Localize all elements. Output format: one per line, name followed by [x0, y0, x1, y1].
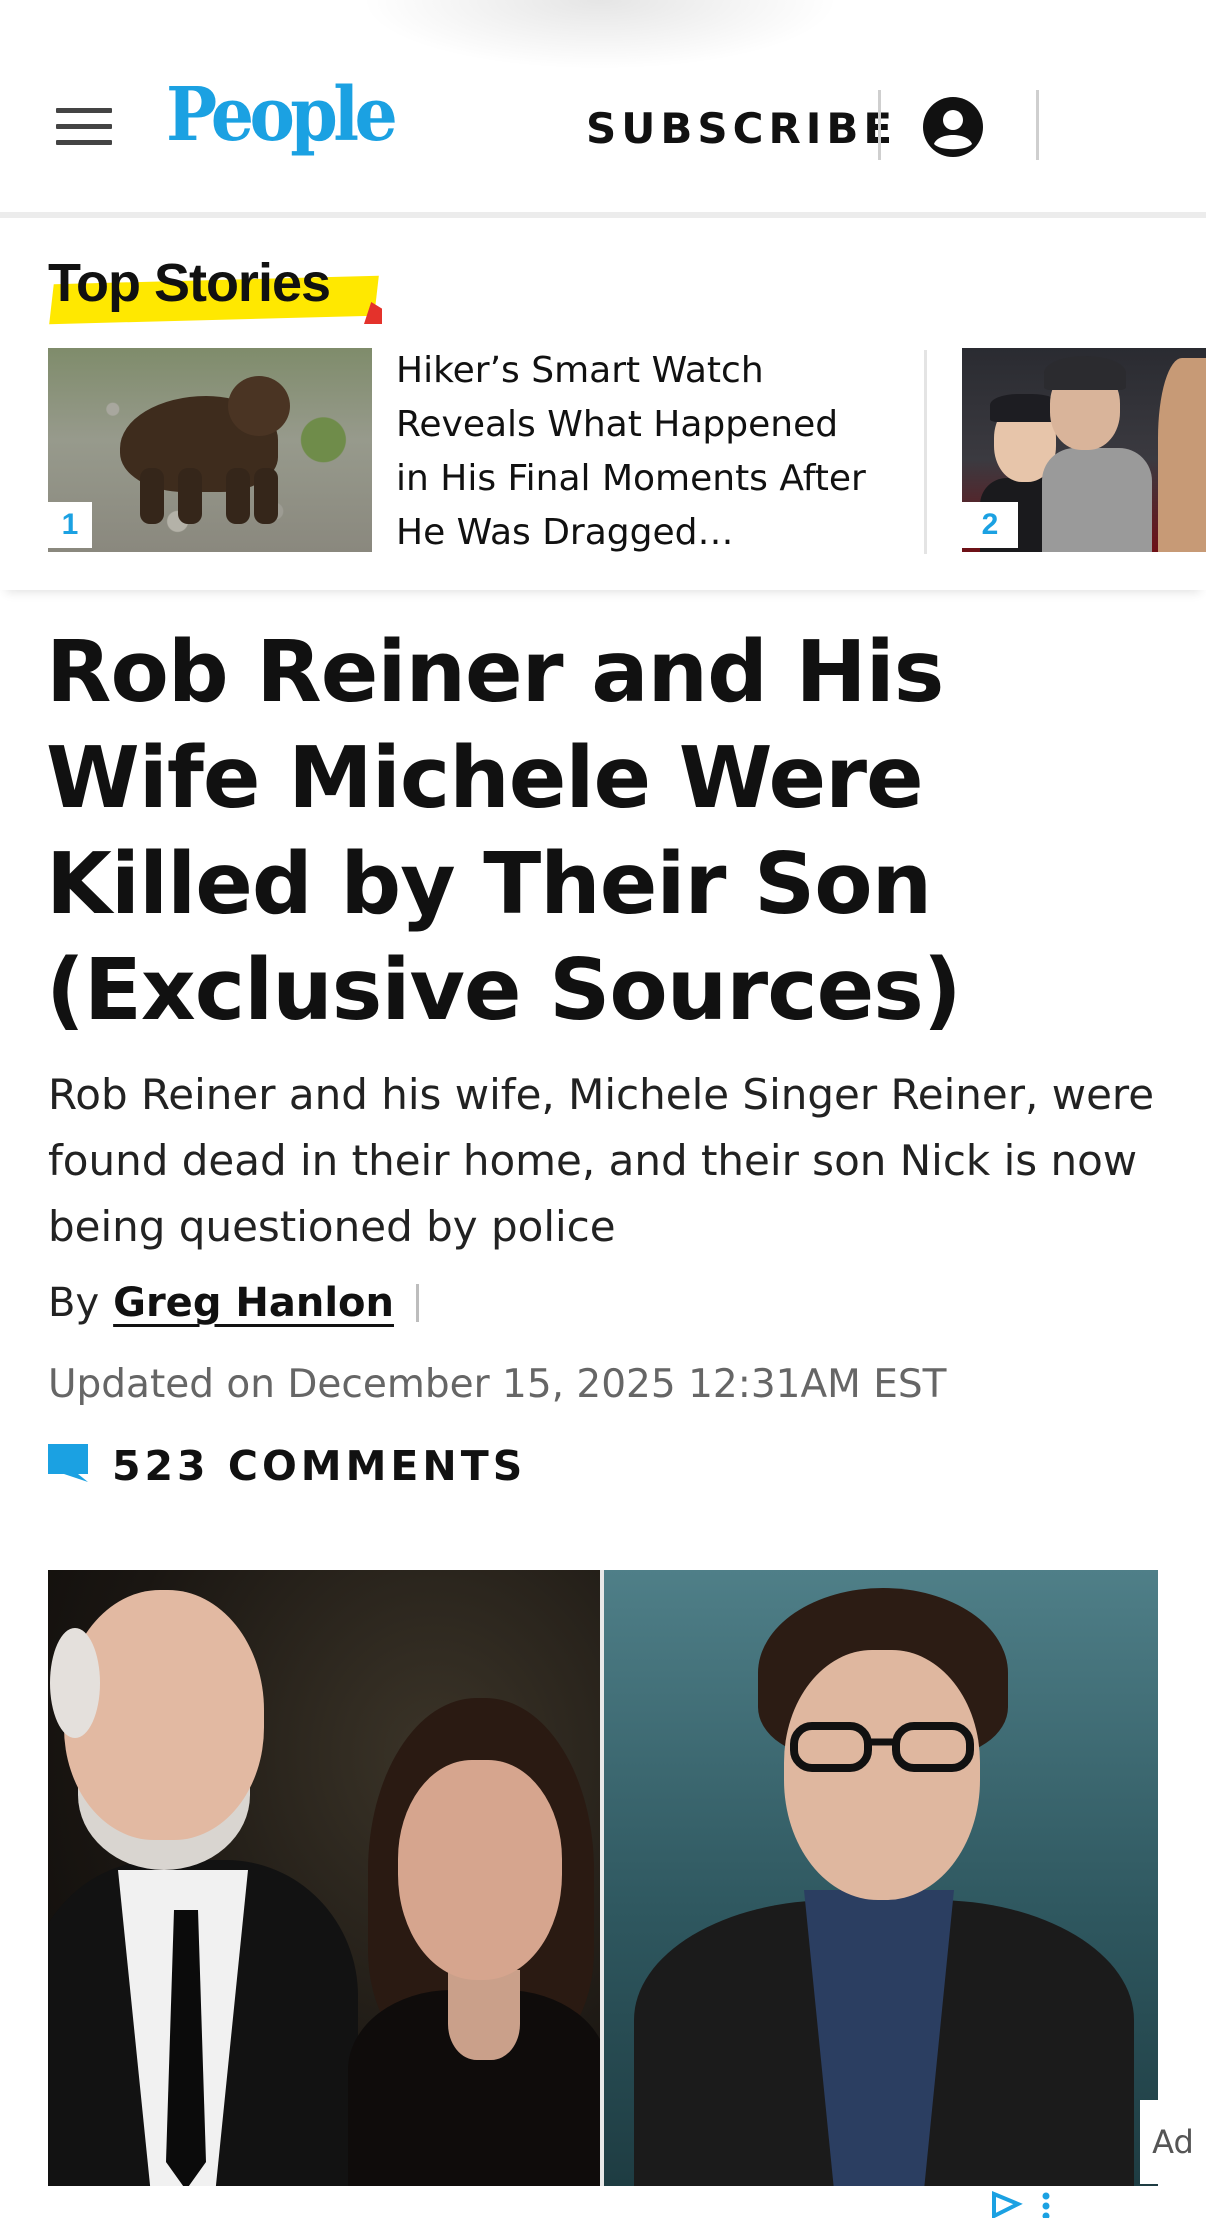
story-thumbnail: 2: [962, 348, 1206, 552]
article-headline: Rob Reiner and His Wife Michele Were Kil…: [46, 623, 962, 1040]
photo-son: [604, 1570, 1158, 2186]
subscribe-button[interactable]: SUBSCRIBE: [586, 104, 897, 153]
people-logo[interactable]: People: [166, 78, 398, 152]
comments-button[interactable]: 523 COMMENTS: [48, 1442, 526, 1498]
account-icon[interactable]: [922, 96, 984, 158]
photo-couple: [48, 1570, 608, 2186]
story-divider: [924, 350, 927, 554]
author-link[interactable]: Greg Hanlon: [113, 1280, 394, 1326]
ad-choices-icon[interactable]: [990, 2190, 1060, 2218]
comment-icon: [48, 1444, 88, 1482]
header-divider: [878, 90, 881, 160]
top-stories-label: Top Stories: [48, 253, 331, 313]
byline-prefix: By: [48, 1280, 100, 1326]
story-title[interactable]: Hiker’s Smart Watch Reveals What Happene…: [396, 344, 866, 560]
comments-count: 523 COMMENTS: [112, 1442, 527, 1490]
menu-icon[interactable]: [56, 108, 112, 146]
byline: By Greg Hanlon: [48, 1280, 419, 1334]
story-thumbnail: 1: [48, 348, 372, 552]
story-rank: 2: [962, 502, 1018, 548]
site-header: People SUBSCRIBE: [0, 0, 1206, 218]
header-divider: [1036, 90, 1039, 160]
article-subheadline: Rob Reiner and his wife, Michele Singer …: [48, 1070, 1155, 1251]
story-rank: 1: [48, 502, 92, 548]
top-story-card[interactable]: 2: [962, 348, 1206, 556]
glasses-graphic: [790, 1722, 974, 1772]
top-stories-heading: Top Stories: [48, 250, 382, 325]
top-stories-carousel: Top Stories 1 Hiker’s Smart Watch Reveal…: [0, 224, 1206, 590]
article-hero-image: [48, 1570, 1158, 2186]
ad-label: Ad: [1140, 2100, 1206, 2184]
top-story-card[interactable]: 1 Hiker’s Smart Watch Reveals What Happe…: [48, 348, 868, 556]
updated-timestamp: Updated on December 15, 2025 12:31AM EST: [48, 1362, 947, 1407]
byline-divider: [415, 1284, 419, 1322]
header-shadow: [360, 0, 840, 70]
